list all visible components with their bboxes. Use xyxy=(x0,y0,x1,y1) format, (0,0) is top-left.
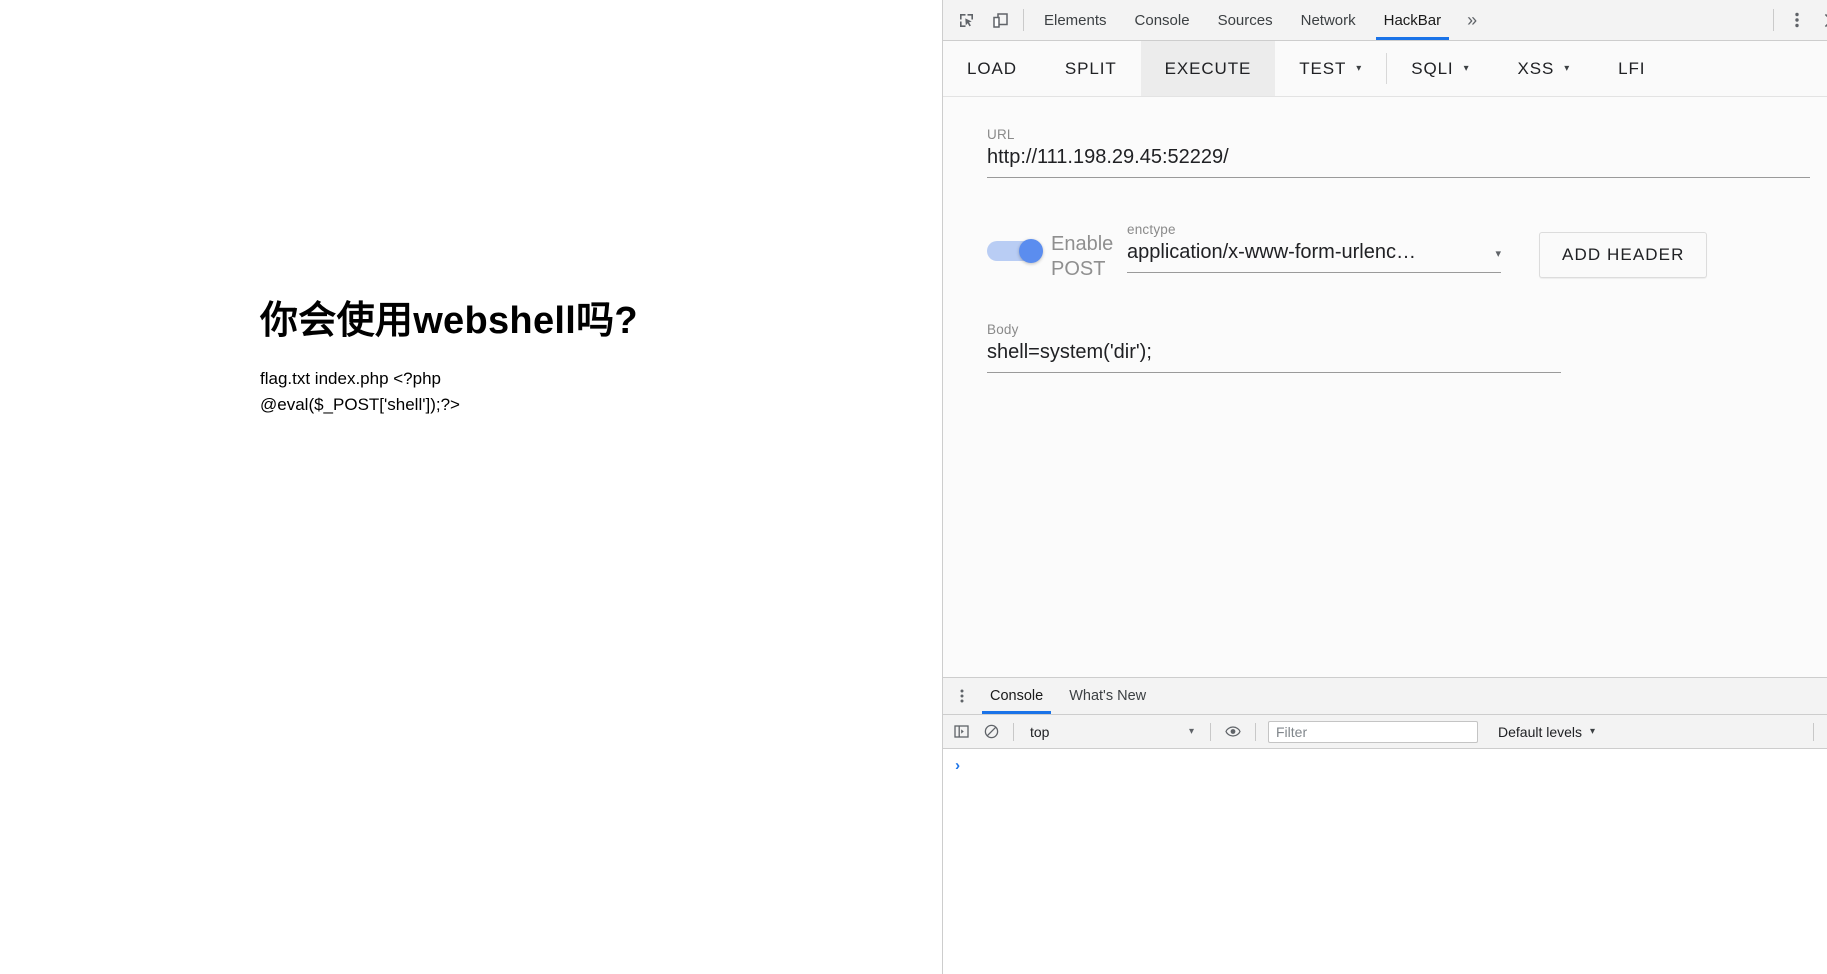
chevron-down-icon: ▾ xyxy=(1495,248,1501,260)
execution-context-select[interactable]: top ▾ xyxy=(1022,720,1202,744)
execution-context-value: top xyxy=(1030,723,1050,740)
devtools-tab-label: Network xyxy=(1300,11,1356,29)
enctype-select[interactable]: application/x-www-form-urlenc… ▾ xyxy=(1127,241,1501,272)
page-body-text: flag.txt index.php <?php @eval($_POST['s… xyxy=(260,368,460,415)
live-expression-icon[interactable] xyxy=(1219,719,1247,745)
toggle-thumb xyxy=(1019,239,1043,263)
log-levels-label: Default levels xyxy=(1498,723,1583,740)
devtools-tab-label: Console xyxy=(1134,11,1190,29)
console-toolbar: top ▾ Filter Default levels ▾ xyxy=(943,715,1827,749)
log-levels-select[interactable]: Default levels ▾ xyxy=(1488,720,1605,744)
devtools-panel: Elements Console Sources Network HackBar… xyxy=(942,0,1827,974)
hackbar-test-button[interactable]: TEST ▾ xyxy=(1275,41,1386,96)
enable-post-label: Enable POST xyxy=(1051,233,1114,280)
inspect-element-icon[interactable] xyxy=(949,0,983,40)
drawer-tabstrip: Console What's New xyxy=(943,678,1827,715)
url-underline xyxy=(987,177,1810,178)
toolbar-divider xyxy=(1210,722,1211,741)
devtools-tabstrip-right xyxy=(1767,0,1827,40)
hackbar-lfi-button[interactable]: LFI xyxy=(1594,41,1669,96)
console-filter-input[interactable]: Filter xyxy=(1268,720,1478,743)
url-field-group: URL http://111.198.29.45:52229/ xyxy=(987,127,1810,178)
body-input[interactable]: shell=system('dir'); xyxy=(987,341,1561,372)
close-devtools-icon[interactable] xyxy=(1814,0,1827,40)
devtools-tab-label: Elements xyxy=(1044,11,1107,29)
chevron-down-icon: ▾ xyxy=(1590,726,1596,737)
hackbar-form: URL http://111.198.29.45:52229/ Enable P… xyxy=(943,97,1827,677)
body-field-group: Body shell=system('dir'); xyxy=(987,322,1561,373)
hackbar-button-label: TEST xyxy=(1299,58,1347,78)
devtools-tab-hackbar[interactable]: HackBar xyxy=(1370,0,1456,40)
hackbar-load-button[interactable]: LOAD xyxy=(943,41,1041,96)
more-tabs-icon[interactable]: » xyxy=(1455,0,1489,40)
add-header-label: ADD HEADER xyxy=(1562,245,1685,264)
enctype-field-group: enctype application/x-www-form-urlenc… ▾ xyxy=(1127,222,1501,273)
post-options-row: Enable POST enctype application/x-www-fo… xyxy=(987,222,1810,284)
webpage-viewport: 你会使用webshell吗? flag.txt index.php <?php … xyxy=(0,0,942,974)
url-label: URL xyxy=(987,127,1015,142)
chevron-down-icon: ▾ xyxy=(1463,62,1470,74)
webpage-content: 你会使用webshell吗? flag.txt index.php <?php … xyxy=(0,0,942,418)
devtools-tab-network[interactable]: Network xyxy=(1287,0,1370,40)
hackbar-split-button[interactable]: SPLIT xyxy=(1041,41,1141,96)
close-drawer-icon[interactable] xyxy=(1814,678,1827,714)
add-header-button[interactable]: ADD HEADER xyxy=(1539,232,1708,278)
body-underline xyxy=(987,372,1561,373)
devtools-tabstrip: Elements Console Sources Network HackBar… xyxy=(943,0,1827,41)
toolbar-divider xyxy=(1813,722,1814,741)
hackbar-sqli-button[interactable]: SQLI ▾ xyxy=(1387,41,1493,96)
enctype-underline xyxy=(1127,272,1501,273)
toolbar-divider xyxy=(1023,9,1024,31)
devtools-tab-label: Sources xyxy=(1217,11,1273,29)
enable-post-toggle[interactable] xyxy=(987,239,1043,263)
drawer-tab-label: What's New xyxy=(1069,688,1147,704)
console-sidebar-icon[interactable] xyxy=(947,719,975,745)
drawer-more-options-icon[interactable] xyxy=(947,678,977,714)
devtools-tab-sources[interactable]: Sources xyxy=(1204,0,1287,40)
toolbar-divider xyxy=(1013,722,1014,741)
hackbar-xss-button[interactable]: XSS ▾ xyxy=(1493,41,1594,96)
toolbar-divider xyxy=(1255,722,1256,741)
url-input[interactable]: http://111.198.29.45:52229/ xyxy=(987,146,1810,177)
console-drawer: Console What's New top ▾ Filter Default … xyxy=(943,677,1827,974)
hackbar-toolbar: LOAD SPLIT EXECUTE TEST ▾ SQLI ▾ XSS ▾ L… xyxy=(943,41,1827,97)
gear-icon[interactable] xyxy=(1822,719,1827,745)
drawer-tab-label: Console xyxy=(990,688,1044,704)
enctype-label: enctype xyxy=(1127,222,1176,237)
clear-console-icon[interactable] xyxy=(977,719,1005,745)
page-title: 你会使用webshell吗? xyxy=(260,300,638,342)
hackbar-button-label: LFI xyxy=(1618,58,1646,78)
more-options-icon[interactable] xyxy=(1780,0,1814,40)
hackbar-button-label: XSS xyxy=(1517,58,1555,78)
console-output-area[interactable]: › xyxy=(943,749,1827,974)
enctype-value: application/x-www-form-urlenc… xyxy=(1127,241,1416,263)
prompt-chevron-icon: › xyxy=(953,758,963,775)
hackbar-button-label: EXECUTE xyxy=(1164,58,1252,78)
hackbar-button-label: SPLIT xyxy=(1064,58,1117,78)
hackbar-execute-button[interactable]: EXECUTE xyxy=(1140,41,1276,96)
console-prompt[interactable]: › xyxy=(943,749,1827,974)
devtools-tab-console[interactable]: Console xyxy=(1121,0,1204,40)
drawer-tab-console[interactable]: Console xyxy=(977,678,1056,714)
hackbar-button-label: LOAD xyxy=(967,58,1017,78)
hackbar-button-label: SQLI xyxy=(1411,58,1454,78)
toolbar-divider xyxy=(1773,9,1774,31)
chevron-down-icon: ▾ xyxy=(1564,62,1571,74)
body-label: Body xyxy=(987,322,1019,337)
browser-window: 你会使用webshell吗? flag.txt index.php <?php … xyxy=(0,0,1827,974)
chevron-down-icon: ▾ xyxy=(1356,62,1363,74)
device-toolbar-icon[interactable] xyxy=(983,0,1017,40)
chevron-down-icon: ▾ xyxy=(1188,726,1194,737)
devtools-tab-label: HackBar xyxy=(1383,11,1442,29)
devtools-tab-elements[interactable]: Elements xyxy=(1030,0,1121,40)
drawer-tab-whats-new[interactable]: What's New xyxy=(1056,678,1159,714)
